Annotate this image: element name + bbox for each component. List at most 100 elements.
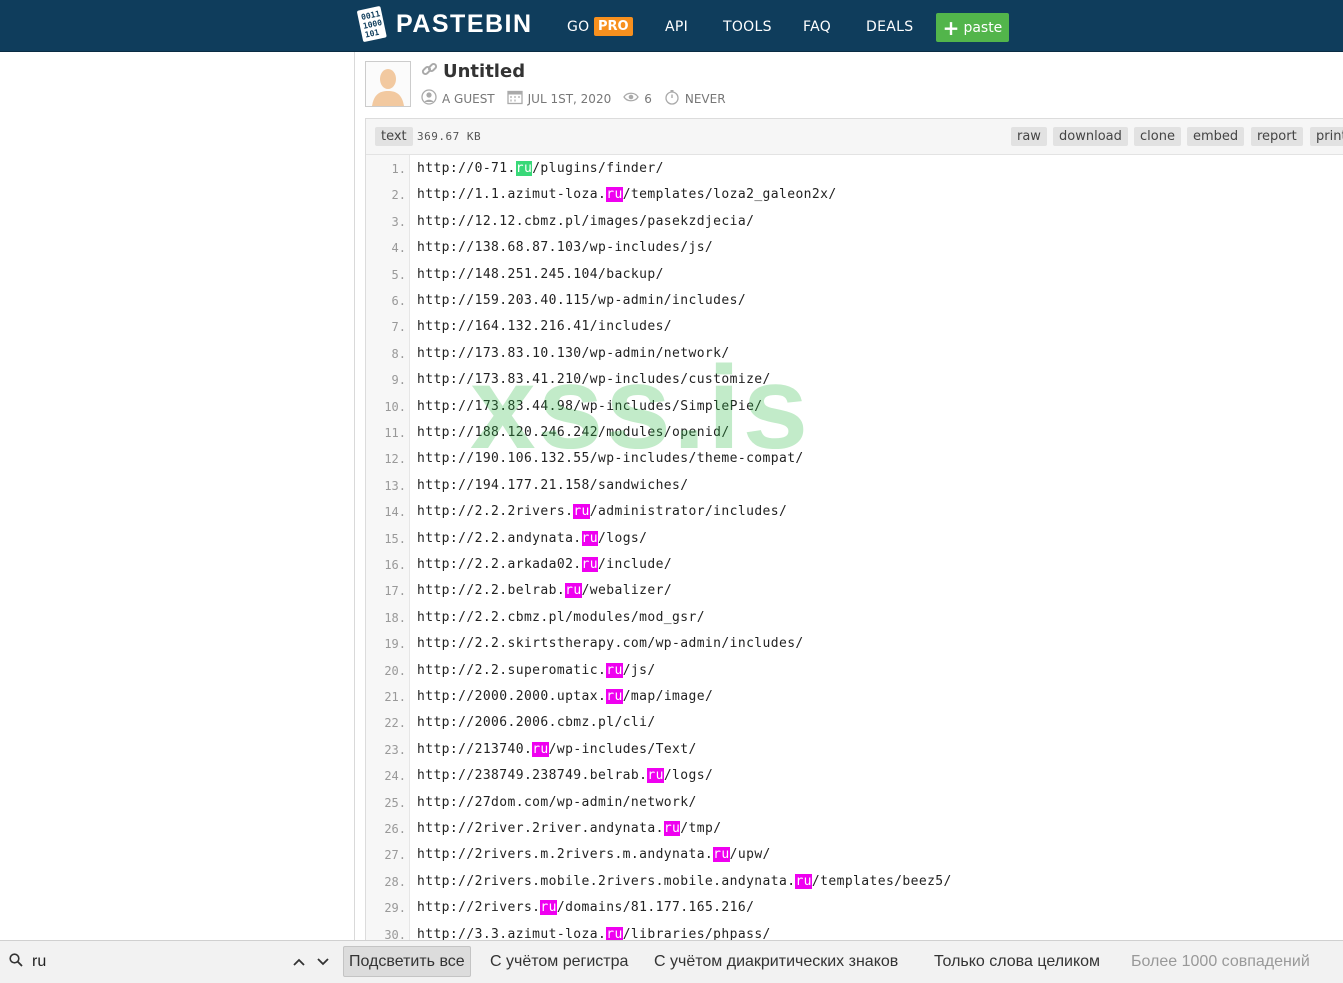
search-match-highlight: ru	[713, 847, 730, 863]
nav-go[interactable]: GO	[567, 19, 589, 35]
line-number: 20.	[384, 663, 406, 678]
line-number: 11.	[384, 426, 406, 440]
link-icon[interactable]	[421, 61, 438, 82]
search-match-highlight: ru	[581, 530, 599, 546]
find-bar: ru Подсветить все С учётом регистра С уч…	[0, 940, 1343, 983]
line-number: 9.	[391, 373, 406, 388]
line-number: 28.	[384, 874, 406, 889]
nav-deals[interactable]: DEALS	[866, 19, 913, 35]
line-number: 18.	[384, 610, 406, 625]
code-line: 1. http://0-71.ru/plugins/finder/	[366, 155, 1343, 181]
user-icon	[421, 89, 442, 108]
line-number: 27.	[384, 848, 406, 863]
avatar[interactable]	[365, 61, 411, 107]
report-button[interactable]: report	[1251, 127, 1303, 146]
find-query[interactable]: ru	[32, 953, 46, 971]
code-line-text: http://173.83.41.210/wp-includes/customi…	[417, 372, 771, 388]
nav-faq[interactable]: FAQ	[803, 19, 831, 35]
top-navbar: 0011 1000 101 PASTEBIN GO PRO API TOOLS …	[0, 0, 1343, 52]
code-line: 13. http://194.177.21.158/sandwiches/	[366, 472, 1343, 498]
code-line: 17. http://2.2.belrab.ru/webalizer/	[366, 577, 1343, 603]
search-match-highlight: ru	[540, 900, 557, 916]
code-line: 25. http://27dom.com/wp-admin/network/	[366, 789, 1343, 815]
raw-button[interactable]: raw	[1011, 127, 1047, 146]
code-line: 12. http://190.106.132.55/wp-includes/the…	[366, 445, 1343, 471]
code-line: 7. http://164.132.216.41/includes/	[366, 313, 1343, 339]
code-line-text: http://173.83.10.130/wp-admin/network/	[417, 345, 730, 361]
code-line-text: http://188.120.246.242/modules/openid/	[417, 425, 730, 440]
code-line-text: http://173.83.44.98/wp-includes/SimplePi…	[417, 398, 763, 414]
code-line-text: http://148.251.245.104/backup/	[417, 266, 664, 282]
download-button[interactable]: download	[1053, 127, 1128, 146]
pro-badge[interactable]: PRO	[594, 17, 633, 36]
code-line: 6. http://159.203.40.115/wp-admin/include…	[366, 287, 1343, 313]
line-number: 3.	[391, 214, 406, 229]
code-line: 15. http://2.2.andynata.ru/logs/	[366, 525, 1343, 551]
code-line-text: http://2river.2river.andynata.ru/tmp/	[417, 821, 722, 836]
line-number: 4.	[391, 241, 406, 256]
calendar-icon	[506, 89, 528, 108]
line-number: 26.	[384, 822, 406, 836]
code-line-text: http://12.12.cbmz.pl/images/pasekzdjecia…	[417, 213, 755, 229]
match-case-button[interactable]: С учётом регистра	[490, 953, 628, 971]
search-match-highlight: ru	[565, 583, 582, 599]
plus-icon: +	[942, 15, 960, 40]
new-paste-label: paste	[963, 19, 1003, 36]
new-paste-button[interactable]: + paste	[936, 13, 1009, 42]
line-number: 1.	[391, 162, 406, 176]
line-number: 22.	[384, 716, 406, 731]
code-line-text: http://2.2.cbmz.pl/modules/mod_gsr/	[417, 609, 705, 625]
find-input[interactable]: ru	[8, 948, 278, 976]
code-line: 5. http://148.251.245.104/backup/	[366, 261, 1343, 287]
pastebin-logo[interactable]: 0011 1000 101 PASTEBIN	[357, 6, 533, 42]
search-match-highlight: ru	[532, 741, 549, 757]
paste-title-row: Untitled	[421, 61, 525, 82]
code-toolbar: text 369.67 KB raw download clone embed …	[366, 119, 1343, 155]
code-line: 23. http://213740.ru/wp-includes/Text/	[366, 736, 1343, 762]
whole-words-button[interactable]: Только слова целиком	[934, 953, 1100, 971]
nav-tools[interactable]: TOOLS	[723, 19, 772, 35]
print-button[interactable]: print	[1310, 127, 1343, 146]
embed-button[interactable]: embed	[1187, 127, 1245, 146]
code-line-text: http://2.2.superomatic.ru/js/	[417, 662, 656, 678]
search-match-highlight: ru	[795, 873, 812, 889]
search-match-highlight: ru	[606, 689, 623, 704]
paste-author[interactable]: A GUEST	[442, 92, 495, 106]
search-match-highlight: ru	[606, 662, 623, 678]
syntax-tag[interactable]: text	[375, 127, 413, 146]
code-line: 8. http://173.83.10.130/wp-admin/network/	[366, 340, 1343, 366]
search-match-highlight: ru	[515, 161, 533, 176]
highlight-all-button[interactable]: Подсветить все	[343, 946, 471, 977]
code-line: 10. http://173.83.44.98/wp-includes/Simpl…	[366, 393, 1343, 419]
code-line-text: http://2.2.andynata.ru/logs/	[417, 530, 648, 546]
line-number: 8.	[391, 346, 406, 361]
eye-icon	[623, 91, 644, 106]
code-line: 19. http://2.2.skirtstherapy.com/wp-admin…	[366, 630, 1343, 656]
code-line: 28. http://2rivers.mobile.2rivers.mobile.…	[366, 868, 1343, 894]
left-sidebar	[0, 52, 355, 940]
nav-api[interactable]: API	[665, 19, 688, 35]
code-line-text: http://27dom.com/wp-admin/network/	[417, 794, 697, 810]
code-line: 21. http://2000.2000.uptax.ru/map/image/	[366, 683, 1343, 709]
code-line: 27. http://2rivers.m.2rivers.m.andynata.r…	[366, 841, 1343, 867]
find-status: Более 1000 совпадений	[1131, 953, 1310, 970]
paste-date: JUL 1ST, 2020	[527, 91, 612, 106]
code-line: 29. http://2rivers.ru/domains/81.177.165.…	[366, 894, 1343, 920]
paste-title: Untitled	[443, 61, 526, 82]
clone-button[interactable]: clone	[1134, 127, 1181, 146]
timer-icon	[664, 89, 685, 108]
chevron-down-icon[interactable]	[313, 952, 333, 972]
chevron-up-icon[interactable]	[289, 952, 309, 972]
code-line: 24. http://238749.238749.belrab.ru/logs/	[366, 762, 1343, 788]
line-number: 23.	[384, 742, 406, 757]
line-number: 21.	[384, 690, 406, 704]
line-number: 17.	[384, 584, 406, 599]
code-line-text: http://2.2.belrab.ru/webalizer/	[417, 583, 673, 599]
line-number: 2.	[391, 188, 406, 203]
code-line-text: http://2rivers.m.2rivers.m.andynata.ru/u…	[417, 847, 771, 863]
match-diacritics-button[interactable]: С учётом диакритических знаков	[654, 953, 898, 971]
code-line: 26. http://2river.2river.andynata.ru/tmp/	[366, 815, 1343, 841]
line-number: 13.	[384, 478, 406, 493]
line-number: 25.	[384, 795, 406, 810]
code-line-text: http://2.2.skirtstherapy.com/wp-admin/in…	[417, 636, 804, 652]
